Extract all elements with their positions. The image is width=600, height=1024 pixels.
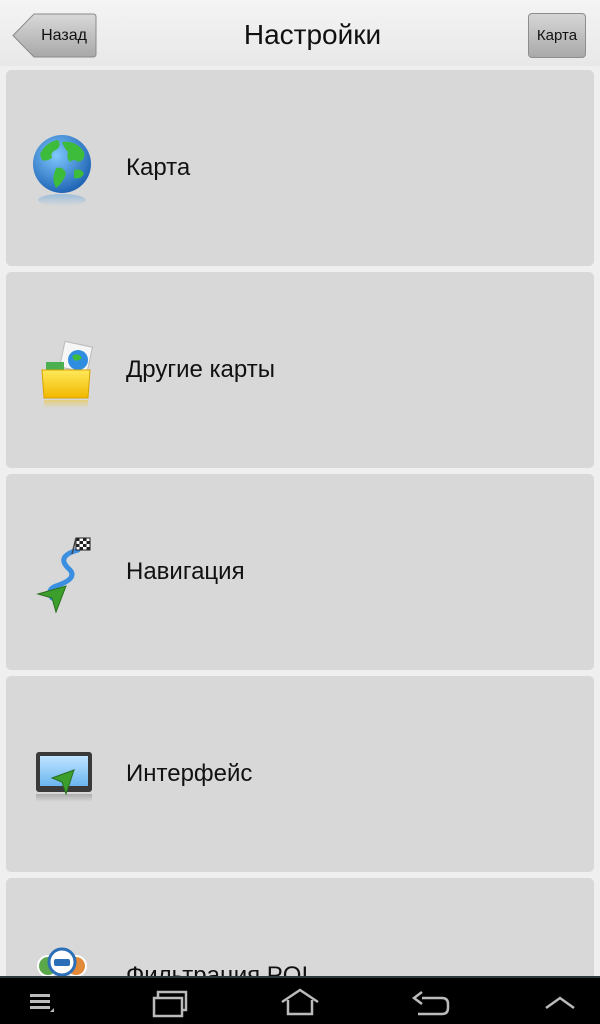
back-button-label: Назад: [41, 27, 87, 44]
menu-item-map[interactable]: Карта: [6, 70, 594, 266]
globe-icon: [26, 128, 98, 212]
system-navigation-bar: [0, 976, 600, 1024]
route-flag-icon: [26, 532, 98, 616]
poi-filter-icon: [26, 936, 98, 976]
menu-item-label: Карта: [126, 154, 191, 181]
menu-item-label: Другие карты: [126, 356, 275, 383]
back-icon[interactable]: [400, 984, 460, 1020]
page-title: Настройки: [243, 19, 382, 50]
settings-screen: Назад Настройки Карта Карта Другие карты…: [0, 0, 600, 1024]
menu-item-label: Навигация: [126, 558, 245, 585]
back-button[interactable]: Назад: [12, 13, 97, 58]
menu-icon[interactable]: [12, 984, 72, 1020]
menu-item-interface[interactable]: Интерфейс: [6, 676, 594, 872]
menu-item-label: Интерфейс: [126, 760, 253, 787]
home-icon[interactable]: [270, 984, 330, 1020]
menu-item-label: Фильтрация POI: [126, 962, 309, 976]
menu-item-navigation[interactable]: Навигация: [6, 474, 594, 670]
folder-globe-icon: [26, 330, 98, 414]
screen-arrow-icon: [26, 734, 98, 818]
recent-apps-icon[interactable]: [140, 984, 200, 1020]
header-bar: Назад Настройки Карта: [0, 0, 600, 66]
menu-item-poi-filter[interactable]: Фильтрация POI: [6, 878, 594, 976]
up-chevron-icon[interactable]: [530, 984, 590, 1020]
map-button[interactable]: Карта: [528, 13, 586, 58]
settings-menu: Карта Другие карты Навигация Интерфейс Ф…: [0, 66, 600, 976]
menu-item-other-maps[interactable]: Другие карты: [6, 272, 594, 468]
